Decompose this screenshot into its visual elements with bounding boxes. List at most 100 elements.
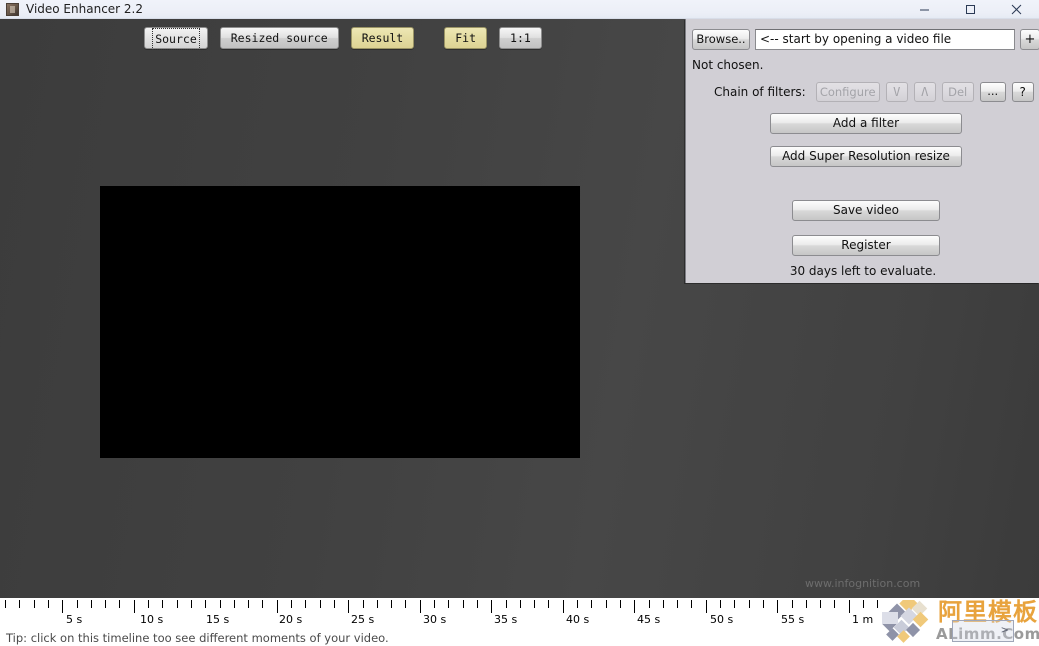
save-video-button[interactable]: Save video	[792, 200, 940, 221]
timeline-minor-tick	[506, 600, 507, 608]
timeline-minor-tick	[48, 600, 49, 608]
app-icon	[6, 3, 19, 16]
timeline-minor-tick	[834, 600, 835, 608]
timeline-minor-tick	[792, 600, 793, 608]
add-filter-button[interactable]: Add a filter	[770, 113, 962, 134]
timeline-minor-tick	[363, 600, 364, 608]
move-filter-up-button[interactable]: Λ	[913, 82, 936, 102]
timeline-minor-tick	[720, 600, 721, 608]
move-filter-down-button[interactable]: V	[885, 82, 908, 102]
timeline-label: 20 s	[279, 613, 303, 626]
filter-chain-row: Chain of filters: Configure V Λ Del ... …	[692, 81, 1039, 103]
timeline-minor-tick	[763, 600, 764, 608]
timeline-label: 45 s	[637, 613, 661, 626]
help-button[interactable]: ?	[1011, 82, 1034, 102]
timeline-minor-tick	[391, 600, 392, 608]
timeline-minor-tick	[105, 600, 106, 608]
timeline-label: 10 s	[140, 613, 164, 626]
timeline-minor-tick	[91, 600, 92, 608]
file-open-row: Browse.. <-- start by opening a video fi…	[692, 29, 1039, 50]
timeline-minor-tick	[220, 600, 221, 608]
timeline-minor-tick	[205, 600, 206, 608]
timeline-minor-tick	[877, 600, 878, 608]
timeline-minor-tick	[806, 600, 807, 608]
filter-chain-label: Chain of filters:	[714, 85, 806, 99]
timeline-minor-tick	[305, 600, 306, 608]
timeline-minor-tick	[691, 600, 692, 608]
vendor-watermark: www.infognition.com	[805, 577, 921, 590]
browse-button[interactable]: Browse..	[692, 29, 750, 50]
timeline-label: 55 s	[781, 613, 805, 626]
timeline-minor-tick	[5, 600, 6, 608]
add-file-button[interactable]: +	[1020, 29, 1039, 50]
timeline-label: 35 s	[494, 613, 518, 626]
timeline-major-tick	[134, 600, 135, 613]
timeline-minor-tick	[177, 600, 178, 608]
timeline-major-tick	[491, 600, 492, 613]
video-path-input[interactable]: <-- start by opening a video file	[755, 29, 1015, 50]
view-mode-toolbar: Source Resized source Result Fit 1:1	[0, 19, 686, 57]
window-title: Video Enhancer 2.2	[26, 2, 143, 16]
more-options-button[interactable]: ...	[979, 82, 1006, 102]
timeline-major-tick	[706, 600, 707, 613]
timeline-minor-tick	[77, 600, 78, 608]
add-super-resolution-resize-button[interactable]: Add Super Resolution resize	[770, 146, 962, 167]
timeline-minor-tick	[377, 600, 378, 608]
view-resized-source-label: Resized source	[230, 31, 328, 45]
view-result-label: Result	[361, 31, 404, 45]
timeline-minor-tick	[119, 600, 120, 608]
timeline-minor-tick	[663, 600, 664, 608]
timeline-label: 40 s	[566, 613, 590, 626]
timeline-minor-tick	[463, 600, 464, 608]
minimize-icon	[919, 9, 929, 11]
title-bar: Video Enhancer 2.2	[0, 0, 1039, 19]
timeline-label: 15 s	[206, 613, 230, 626]
site-watermark: 阿里模板 ALimm.Com >	[880, 598, 1039, 646]
timeline-label: 30 s	[423, 613, 447, 626]
register-button[interactable]: Register	[792, 235, 940, 256]
timeline-minor-tick	[334, 600, 335, 608]
timeline-minor-tick	[520, 600, 521, 608]
view-source-button[interactable]: Source	[144, 27, 208, 50]
timeline-minor-tick	[405, 600, 406, 608]
timeline-major-tick	[777, 600, 778, 613]
video-preview-frame[interactable]	[100, 186, 580, 458]
delete-filter-button[interactable]: Del	[941, 82, 974, 102]
timeline-minor-tick	[191, 600, 192, 608]
configure-filter-button[interactable]: Configure	[815, 82, 880, 102]
timeline-minor-tick	[534, 600, 535, 608]
timeline-minor-tick	[234, 600, 235, 608]
timeline-minor-tick	[591, 600, 592, 608]
timeline-minor-tick	[863, 600, 864, 608]
evaluation-notice: 30 days left to evaluate.	[789, 264, 937, 278]
close-icon	[1011, 4, 1021, 15]
zoom-one-to-one-button[interactable]: 1:1	[499, 27, 542, 49]
zoom-one-to-one-label: 1:1	[510, 31, 531, 45]
zoom-fit-label: Fit	[455, 31, 477, 45]
view-result-button[interactable]: Result	[350, 27, 415, 49]
minimize-button[interactable]	[901, 0, 947, 19]
timeline-minor-tick	[320, 600, 321, 608]
tip-text: Tip: click on this timeline too see diff…	[6, 631, 389, 645]
watermark-overlay-box: >	[952, 620, 1014, 642]
timeline-label: 1 m	[852, 613, 874, 626]
diamond-logo-icon	[882, 600, 929, 643]
timeline-minor-tick	[448, 600, 449, 608]
timeline-minor-tick	[548, 600, 549, 608]
timeline-minor-tick	[606, 600, 607, 608]
timeline-minor-tick	[248, 600, 249, 608]
timeline-minor-tick	[677, 600, 678, 608]
timeline-minor-tick	[291, 600, 292, 608]
maximize-button[interactable]	[947, 0, 993, 19]
timeline-minor-tick	[262, 600, 263, 608]
timeline-minor-tick	[620, 600, 621, 608]
timeline-minor-tick	[820, 600, 821, 608]
timeline-major-tick	[62, 600, 63, 613]
timeline-minor-tick	[749, 600, 750, 608]
zoom-fit-button[interactable]: Fit	[444, 27, 488, 49]
timeline-major-tick	[563, 600, 564, 613]
timeline-label: 5 s	[66, 613, 83, 626]
close-button[interactable]	[993, 0, 1039, 19]
timeline-minor-tick	[477, 600, 478, 608]
view-resized-source-button[interactable]: Resized source	[219, 27, 339, 49]
